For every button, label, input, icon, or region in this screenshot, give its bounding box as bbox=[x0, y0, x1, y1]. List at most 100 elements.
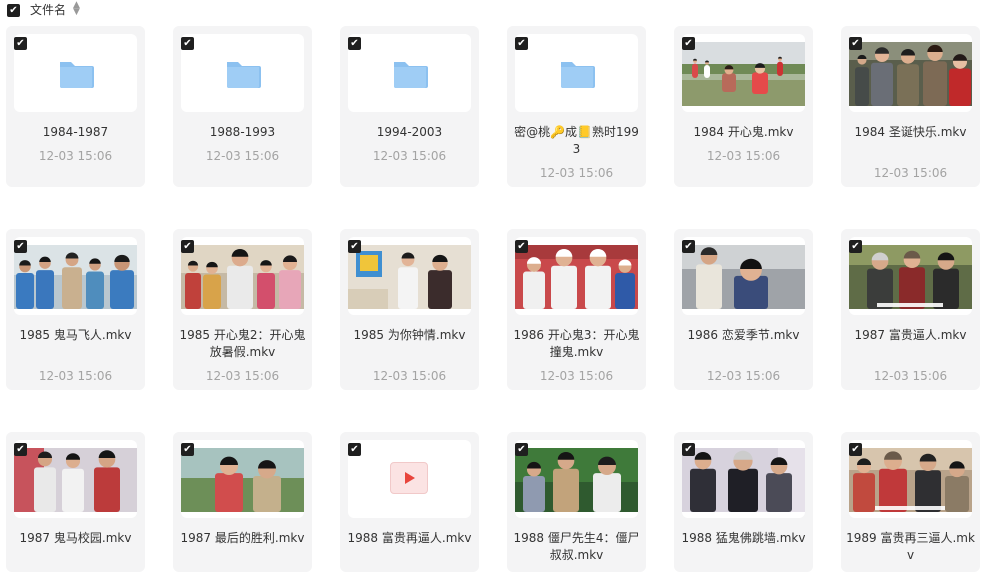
folder-card[interactable]: ✔ 1988-1993 12-03 15:06 bbox=[173, 26, 312, 187]
item-checkbox[interactable]: ✔ bbox=[181, 37, 194, 50]
video-thumbnail bbox=[348, 245, 471, 309]
item-name: 1988 僵尸先生4：僵尸叔叔.mkv bbox=[513, 531, 640, 562]
item-modified-time: 12-03 15:06 bbox=[706, 369, 781, 383]
item-modified-time: 12-03 15:06 bbox=[539, 166, 614, 180]
item-modified-time: 12-03 15:06 bbox=[706, 149, 781, 163]
item-checkbox[interactable]: ✔ bbox=[515, 37, 528, 50]
item-preview bbox=[682, 34, 805, 112]
file-card[interactable]: ✔ 1989 富贵再三逼人.mkv bbox=[841, 432, 980, 572]
item-preview bbox=[682, 440, 805, 518]
item-checkbox[interactable]: ✔ bbox=[515, 240, 528, 253]
folder-icon bbox=[227, 62, 261, 88]
video-thumbnail bbox=[849, 245, 972, 309]
video-thumbnail bbox=[682, 448, 805, 512]
item-name: 1988 猛鬼佛跳墙.mkv bbox=[681, 531, 806, 545]
item-modified-time: 12-03 15:06 bbox=[38, 149, 113, 163]
item-name: 1994-2003 bbox=[376, 125, 443, 139]
item-modified-time: 12-03 15:06 bbox=[38, 369, 113, 383]
folder-icon bbox=[60, 62, 94, 88]
video-thumbnail bbox=[14, 448, 137, 512]
item-name: 1984 开心鬼.mkv bbox=[693, 125, 794, 139]
item-checkbox[interactable]: ✔ bbox=[348, 443, 361, 456]
item-checkbox[interactable]: ✔ bbox=[181, 443, 194, 456]
file-card[interactable]: ✔ 1987 鬼马校园.mkv bbox=[6, 432, 145, 572]
file-card[interactable]: ✔ 1988 猛鬼佛跳墙.mkv bbox=[674, 432, 813, 572]
column-header-filename[interactable]: 文件名 bbox=[30, 1, 66, 18]
file-card[interactable]: ✔ 1986 恋爱季节.mkv 12-03 15:06 bbox=[674, 229, 813, 390]
item-preview bbox=[515, 440, 638, 518]
item-checkbox[interactable]: ✔ bbox=[14, 240, 27, 253]
item-checkbox[interactable]: ✔ bbox=[682, 37, 695, 50]
file-card[interactable]: ✔ 1988 富贵再逼人.mkv bbox=[340, 432, 479, 572]
file-card[interactable]: ✔ 1984 开心鬼.mkv 12-03 15:06 bbox=[674, 26, 813, 187]
folder-icon bbox=[394, 62, 428, 88]
file-card[interactable]: ✔ 1985 为你钟情.mkv 12-03 15:06 bbox=[340, 229, 479, 390]
item-name: 1986 开心鬼3：开心鬼撞鬼.mkv bbox=[513, 328, 640, 359]
item-preview bbox=[515, 237, 638, 315]
item-preview bbox=[14, 237, 137, 315]
video-thumbnail bbox=[14, 245, 137, 309]
video-thumbnail bbox=[515, 245, 638, 309]
item-modified-time: 12-03 15:06 bbox=[372, 149, 447, 163]
sort-toggle-icon[interactable]: ▲ ▼ bbox=[73, 1, 80, 17]
item-checkbox[interactable]: ✔ bbox=[348, 37, 361, 50]
item-name: 1987 鬼马校园.mkv bbox=[19, 531, 132, 545]
item-preview bbox=[348, 440, 471, 518]
item-modified-time: 12-03 15:06 bbox=[873, 369, 948, 383]
item-preview bbox=[181, 440, 304, 518]
item-checkbox[interactable]: ✔ bbox=[14, 443, 27, 456]
video-thumbnail bbox=[515, 448, 638, 512]
file-card[interactable]: ✔ 1987 最后的胜利.mkv bbox=[173, 432, 312, 572]
select-all-checkbox[interactable]: ✔ bbox=[7, 4, 20, 17]
file-card[interactable]: ✔ 1987 富贵逼人.mkv 12-03 15:06 bbox=[841, 229, 980, 390]
item-checkbox[interactable]: ✔ bbox=[682, 443, 695, 456]
item-name: 1985 为你钟情.mkv bbox=[353, 328, 466, 342]
item-checkbox[interactable]: ✔ bbox=[682, 240, 695, 253]
item-preview bbox=[849, 34, 972, 112]
item-preview bbox=[849, 237, 972, 315]
item-modified-time: 12-03 15:06 bbox=[205, 369, 280, 383]
video-thumbnail bbox=[181, 245, 304, 309]
item-preview bbox=[682, 237, 805, 315]
item-name: 1988-1993 bbox=[209, 125, 276, 139]
item-name: 1986 恋爱季节.mkv bbox=[687, 328, 800, 342]
video-thumbnail bbox=[682, 245, 805, 309]
file-card[interactable]: ✔ 1985 开心鬼2：开心鬼放暑假.mkv 12-03 15:06 bbox=[173, 229, 312, 390]
video-thumbnail bbox=[849, 42, 972, 106]
folder-card[interactable]: ✔ 1994-2003 12-03 15:06 bbox=[340, 26, 479, 187]
video-thumbnail bbox=[682, 42, 805, 106]
folder-icon bbox=[561, 62, 595, 88]
item-name: 1989 富贵再三逼人.mkv bbox=[846, 531, 975, 562]
file-card[interactable]: ✔ 1984 圣诞快乐.mkv 12-03 15:06 bbox=[841, 26, 980, 187]
item-name: 1988 富贵再逼人.mkv bbox=[347, 531, 472, 545]
item-checkbox[interactable]: ✔ bbox=[181, 240, 194, 253]
file-card[interactable]: ✔ 1985 鬼马飞人.mkv 12-03 15:06 bbox=[6, 229, 145, 390]
item-modified-time: 12-03 15:06 bbox=[205, 149, 280, 163]
file-card[interactable]: ✔ 1986 开心鬼3：开心鬼撞鬼.mkv 12-03 15:06 bbox=[507, 229, 646, 390]
item-name: 1985 开心鬼2：开心鬼放暑假.mkv bbox=[179, 328, 306, 359]
item-checkbox[interactable]: ✔ bbox=[348, 240, 361, 253]
video-thumbnail bbox=[181, 448, 304, 512]
item-checkbox[interactable]: ✔ bbox=[849, 240, 862, 253]
file-card[interactable]: ✔ 1988 僵尸先生4：僵尸叔叔.mkv bbox=[507, 432, 646, 572]
item-preview bbox=[181, 237, 304, 315]
item-preview bbox=[849, 440, 972, 518]
item-name: 1987 最后的胜利.mkv bbox=[180, 531, 305, 545]
item-modified-time: 12-03 15:06 bbox=[539, 369, 614, 383]
item-checkbox[interactable]: ✔ bbox=[515, 443, 528, 456]
video-thumbnail bbox=[849, 448, 972, 512]
item-name: 密@桃🔑成📒熟时1993 bbox=[514, 125, 639, 156]
video-play-icon bbox=[390, 462, 428, 494]
item-checkbox[interactable]: ✔ bbox=[849, 443, 862, 456]
folder-card[interactable]: ✔ 密@桃🔑成📒熟时1993 12-03 15:06 bbox=[507, 26, 646, 187]
item-checkbox[interactable]: ✔ bbox=[849, 37, 862, 50]
item-name: 1984-1987 bbox=[42, 125, 109, 139]
list-header: ✔ 文件名 ▲ ▼ bbox=[0, 0, 1002, 20]
item-preview bbox=[348, 237, 471, 315]
item-checkbox[interactable]: ✔ bbox=[14, 37, 27, 50]
item-name: 1985 鬼马飞人.mkv bbox=[19, 328, 132, 342]
item-name: 1984 圣诞快乐.mkv bbox=[854, 125, 967, 139]
folder-card[interactable]: ✔ 1984-1987 12-03 15:06 bbox=[6, 26, 145, 187]
item-preview bbox=[515, 34, 638, 112]
item-modified-time: 12-03 15:06 bbox=[372, 369, 447, 383]
